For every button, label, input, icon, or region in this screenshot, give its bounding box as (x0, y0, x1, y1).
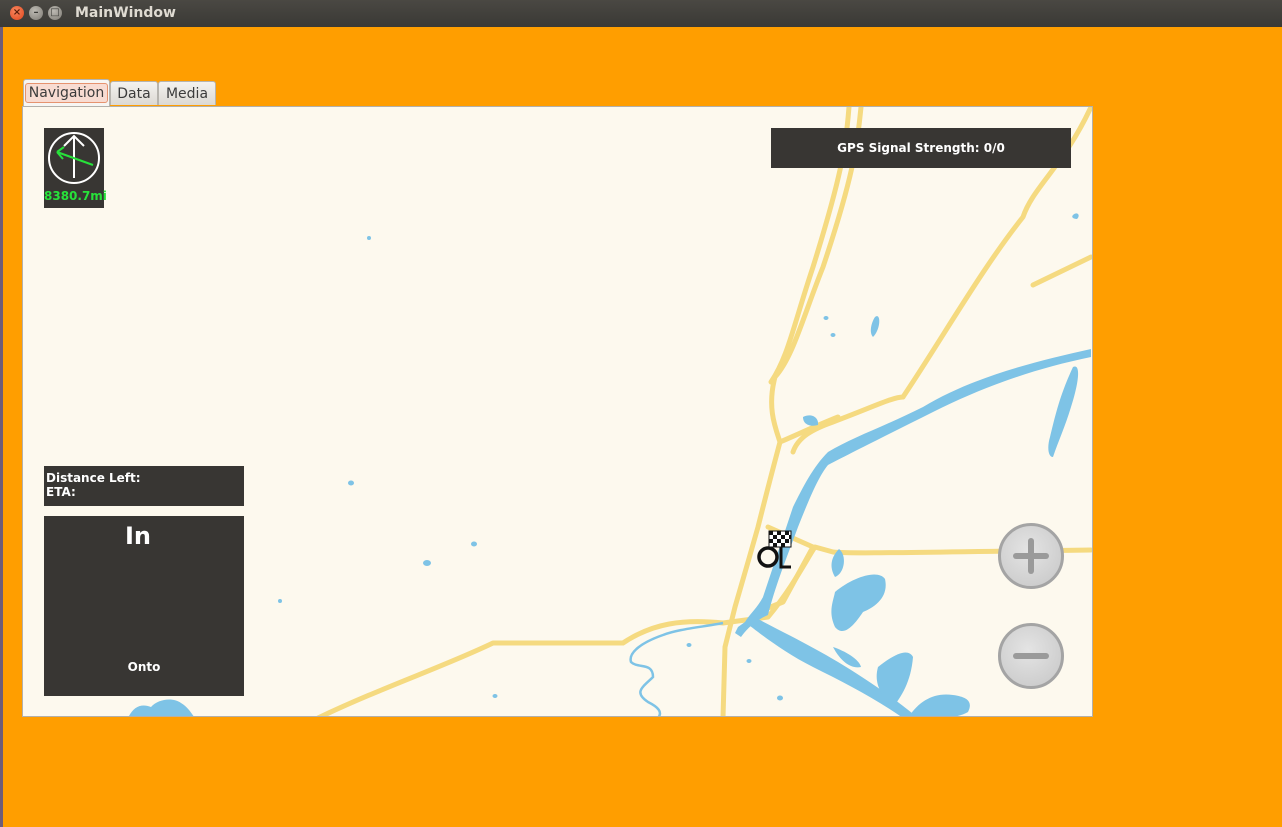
eta-label: ETA: (46, 485, 76, 499)
window-titlebar[interactable]: × – □ MainWindow (0, 0, 1282, 27)
zoom-out-button[interactable] (998, 623, 1064, 689)
window-left-border (0, 27, 3, 827)
tab-data-label: Data (117, 86, 151, 102)
gps-status-panel: GPS Signal Strength: 0/0 (771, 128, 1071, 168)
map-river-channel (629, 621, 724, 716)
minimize-icon: – (33, 7, 39, 18)
turn-instruction: In (124, 522, 151, 550)
distance-left-label: Distance Left: (46, 471, 141, 485)
close-window-button[interactable]: × (10, 6, 24, 20)
zoom-in-button[interactable] (998, 523, 1064, 589)
minimize-window-button[interactable]: – (29, 6, 43, 20)
tab-data[interactable]: Data (110, 81, 158, 105)
tab-navigation[interactable]: Navigation (23, 79, 110, 106)
map-view[interactable]: 8380.7mi GPS Signal Strength: 0/0 Distan… (22, 106, 1093, 717)
maximize-window-button[interactable]: □ (48, 6, 62, 20)
maximize-icon: □ (50, 7, 60, 18)
tab-navigation-label: Navigation (24, 83, 109, 103)
compass-panel: 8380.7mi (44, 128, 107, 208)
turn-instruction-panel: In Onto (44, 516, 244, 696)
route-info-panel: Distance Left: ETA: (44, 466, 244, 506)
tab-media-label: Media (165, 86, 209, 102)
turn-onto-label: Onto (127, 660, 161, 674)
tab-media[interactable]: Media (158, 81, 216, 105)
close-icon: × (12, 7, 22, 18)
north-arrow-compass-icon (48, 132, 100, 184)
gps-signal-label: GPS Signal Strength: 0/0 (837, 141, 1005, 155)
destination-distance: 8380.7mi (44, 189, 107, 203)
window-title: MainWindow (75, 5, 176, 21)
